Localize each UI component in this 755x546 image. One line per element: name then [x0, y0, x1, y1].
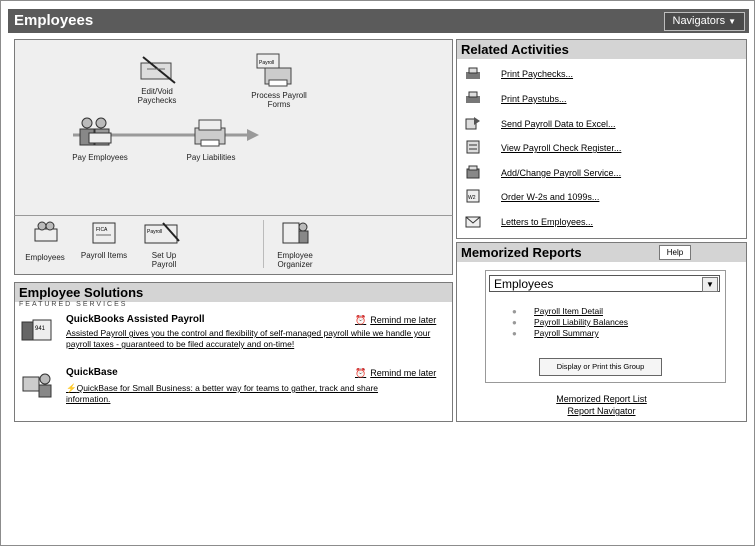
register-icon	[466, 140, 480, 154]
letter-icon	[465, 216, 481, 228]
pay-employees-icon[interactable]	[75, 115, 119, 149]
assisted-payroll-link[interactable]: Assisted Payroll gives you the control a…	[66, 328, 446, 350]
help-button[interactable]: Help	[659, 245, 691, 260]
related-item-letters[interactable]: Letters to Employees...	[501, 217, 593, 227]
print-icon	[466, 67, 480, 79]
print-icon	[466, 91, 480, 103]
quickbase-mini-icon: ⚡	[66, 383, 77, 393]
setup-payroll-icon[interactable]: Payroll	[143, 221, 183, 247]
memorized-reports-title: Memorized Reports	[461, 245, 582, 260]
related-item-order-w2[interactable]: Order W-2s and 1099s...	[501, 192, 599, 202]
payroll-service-icon	[466, 165, 480, 179]
related-activities-panel: Related Activities Print Paychecks... Pr…	[456, 39, 747, 239]
related-item-send-to-excel[interactable]: Send Payroll Data to Excel...	[501, 119, 616, 129]
assisted-payroll-remind-label: Remind me later	[370, 315, 437, 325]
payroll-items-label[interactable]: Payroll Items	[79, 251, 129, 260]
shortcut-divider	[263, 220, 264, 268]
pay-liabilities-icon[interactable]	[193, 118, 233, 150]
pay-employees-label[interactable]: Pay Employees	[70, 153, 130, 162]
process-payroll-forms-label[interactable]: Process Payroll Forms	[247, 91, 311, 109]
dropdown-arrow-icon[interactable]: ▼	[702, 277, 718, 292]
report-navigator-link[interactable]: Report Navigator	[457, 406, 746, 416]
bullet-icon: ●	[512, 329, 517, 338]
assisted-payroll-icon: 941	[21, 319, 52, 341]
title-bar: Employees Navigators ▼	[8, 9, 749, 33]
related-item-print-paychecks[interactable]: Print Paychecks...	[501, 69, 573, 79]
quickbase-title: QuickBase	[66, 367, 118, 378]
quickbase-icon	[22, 373, 52, 398]
employee-organizer-label[interactable]: Employee Organizer	[265, 251, 325, 269]
svg-text:Payroll: Payroll	[259, 60, 274, 66]
pay-liabilities-label[interactable]: Pay Liabilities	[181, 153, 241, 162]
assisted-payroll-remind-link[interactable]: ⏰ Remind me later	[355, 315, 436, 326]
memorized-report-list-link[interactable]: Memorized Report List	[457, 394, 746, 404]
employees-icon[interactable]	[33, 221, 61, 243]
edit-void-paychecks-icon[interactable]	[137, 55, 181, 85]
memorized-reports-box: Employees ▼ ● Payroll Item Detail ● Payr…	[485, 270, 726, 383]
quickbase-remind-link[interactable]: ⏰ Remind me later	[355, 368, 436, 379]
employees-label[interactable]: Employees	[19, 253, 71, 262]
employees-navigator-window: Employees Navigators ▼ Edit/Void Paycheck…	[0, 0, 755, 546]
employee-organizer-icon[interactable]	[281, 219, 311, 247]
process-payroll-forms-icon[interactable]: Payroll	[255, 52, 295, 90]
report-payroll-item-detail[interactable]: Payroll Item Detail	[534, 306, 603, 316]
memorized-reports-panel: Memorized Reports Help Employees ▼ ● Pay…	[456, 242, 747, 422]
related-activities-title: Related Activities	[457, 40, 746, 59]
shortcuts-panel: Employees FICA Payroll Items Payroll Set…	[14, 215, 453, 275]
report-group-select[interactable]: Employees ▼	[489, 275, 720, 292]
memorized-reports-header: Memorized Reports Help	[457, 243, 746, 262]
employee-solutions-title: Employee Solutions	[15, 283, 452, 302]
related-item-print-paystubs[interactable]: Print Paystubs...	[501, 94, 567, 104]
quickbase-desc: QuickBase for Small Business: a better w…	[66, 383, 379, 404]
featured-services-label: FEATURED SERVICES	[19, 301, 128, 308]
edit-void-paychecks-label[interactable]: Edit/Void Paychecks	[127, 87, 187, 105]
related-item-payroll-service[interactable]: Add/Change Payroll Service...	[501, 168, 621, 178]
bullet-icon: ●	[512, 318, 517, 327]
assisted-payroll-title: QuickBooks Assisted Payroll	[66, 314, 205, 325]
svg-text:Payroll: Payroll	[147, 229, 162, 235]
report-payroll-liability-balances[interactable]: Payroll Liability Balances	[534, 317, 628, 327]
setup-payroll-label[interactable]: Set Up Payroll	[139, 251, 189, 269]
svg-text:941: 941	[35, 326, 46, 332]
employee-solutions-panel: Employee Solutions FEATURED SERVICES 941…	[14, 282, 453, 422]
navigators-label: Navigators	[672, 15, 726, 27]
report-payroll-summary[interactable]: Payroll Summary	[534, 328, 599, 338]
svg-text:FICA: FICA	[96, 227, 108, 233]
workflow-panel: Edit/Void Paychecks Payroll Process Payr…	[14, 39, 453, 217]
navigators-dropdown[interactable]: Navigators ▼	[663, 12, 745, 31]
window-title: Employees	[14, 12, 94, 29]
clock-icon: ⏰	[355, 368, 367, 378]
forms-icon: W2	[466, 189, 480, 203]
bullet-icon: ●	[512, 307, 517, 316]
report-group-value: Employees	[494, 277, 554, 291]
display-print-group-button[interactable]: Display or Print this Group	[539, 358, 662, 376]
excel-export-icon	[465, 117, 480, 130]
payroll-items-icon[interactable]: FICA	[91, 221, 119, 245]
related-item-view-check-register[interactable]: View Payroll Check Register...	[501, 143, 621, 153]
chevron-down-icon: ▼	[728, 17, 736, 26]
svg-text:W2: W2	[468, 195, 476, 201]
quickbase-link[interactable]: ⚡QuickBase for Small Business: a better …	[66, 383, 386, 405]
quickbase-remind-label: Remind me later	[370, 368, 437, 378]
clock-icon: ⏰	[355, 315, 367, 325]
